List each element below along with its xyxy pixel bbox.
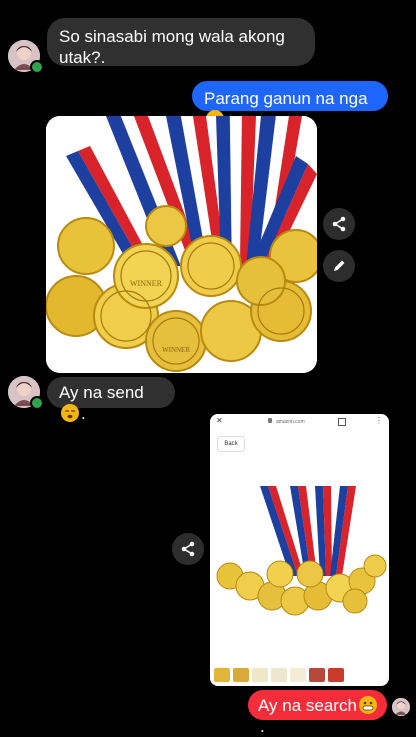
more-vertical-icon: ⋮ <box>375 416 383 425</box>
message-text: Ay na search <box>258 696 357 715</box>
message-bubble-outgoing[interactable]: Ay na search . <box>248 690 387 736</box>
message-bubble-outgoing[interactable]: Parang ganun na nga <box>192 81 388 128</box>
thumbnail-strip <box>214 668 385 684</box>
thumbnail <box>309 668 325 682</box>
share-button[interactable] <box>172 533 204 565</box>
edit-pencil-icon <box>334 260 345 271</box>
medal-inscription-text: WINNER <box>130 279 163 288</box>
message-bubble-incoming[interactable]: Ay na send . <box>47 377 175 423</box>
share-icon <box>332 216 346 232</box>
share-button[interactable] <box>323 208 355 240</box>
browser-url: amazon.com <box>276 419 305 425</box>
back-label: Back <box>224 441 238 447</box>
message-text: Parang ganun na nga <box>204 89 368 108</box>
lock-icon <box>268 418 272 423</box>
thumbnail <box>214 668 230 682</box>
thumbnail <box>233 668 249 682</box>
shared-screenshot-image[interactable]: ✕ amazon.com ⋮ Back <box>210 414 389 686</box>
online-status-dot <box>30 396 44 410</box>
medal-inscription-text: WINNER <box>162 346 190 354</box>
back-link: Back <box>217 436 245 452</box>
online-status-dot <box>30 60 44 74</box>
thumbnail <box>328 668 344 682</box>
product-medals-image <box>216 486 387 616</box>
message-bubble-incoming[interactable]: So sinasabi mong wala akong utak?. <box>47 18 315 67</box>
thumbnail <box>271 668 287 682</box>
thumbnail <box>290 668 306 682</box>
gold-medals-image: WINNER WINNER <box>46 116 317 373</box>
edit-button[interactable] <box>323 250 355 282</box>
share-icon <box>181 541 195 557</box>
read-receipt-avatar <box>392 698 410 716</box>
tab-count-icon <box>338 418 346 426</box>
grimace-emoji-icon <box>358 696 377 714</box>
message-text: So sinasabi mong wala akong utak?. <box>59 27 285 67</box>
tired-face-emoji-icon <box>61 404 79 422</box>
message-text: Ay na send <box>59 383 144 402</box>
browser-bar: ✕ amazon.com ⋮ <box>210 414 389 430</box>
thumbnail <box>252 668 268 682</box>
shared-image[interactable]: WINNER WINNER <box>46 116 317 373</box>
close-icon: ✕ <box>216 416 223 425</box>
